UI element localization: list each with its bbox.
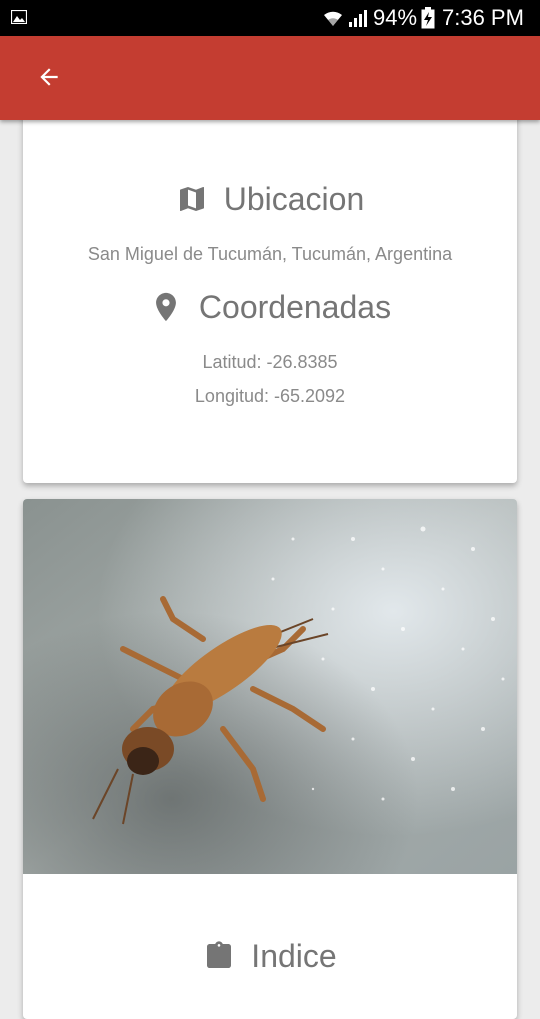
ubicacion-title: Ubicacion xyxy=(223,181,365,217)
coordenadas-title: Coordenadas xyxy=(198,289,392,325)
longitud-text: Longitud: -65.2092 xyxy=(194,386,346,406)
address-text: San Miguel de Tucumán, Tucumán, Argentin… xyxy=(87,244,453,264)
latitud-text: Latitud: -26.8385 xyxy=(202,352,338,372)
back-button[interactable] xyxy=(28,56,70,98)
gallery-notification-icon xyxy=(11,10,27,24)
location-card: Ubicacion San Miguel de Tucumán, Tucumán… xyxy=(23,80,517,483)
battery-charging-icon xyxy=(421,7,435,29)
ubicacion-heading: Ubicacion xyxy=(23,179,517,219)
insect-photo[interactable] xyxy=(23,499,517,874)
photo-card[interactable]: Indice xyxy=(23,499,517,1019)
arrow-back-icon xyxy=(40,68,58,86)
app-bar xyxy=(0,36,540,120)
coordenadas-heading: Coordenadas xyxy=(23,287,517,327)
map-icon xyxy=(179,187,204,211)
clipboard-icon xyxy=(207,941,232,968)
battery-percent: 94% xyxy=(373,5,418,30)
status-bar: 94% 7:36 PM xyxy=(0,0,540,36)
signal-icon xyxy=(349,10,367,27)
next-section-title: Indice xyxy=(251,938,337,974)
clock: 7:36 PM xyxy=(442,5,524,30)
wifi-icon xyxy=(324,11,342,26)
place-marker-icon xyxy=(156,292,176,322)
next-section-heading: Indice xyxy=(23,936,517,976)
